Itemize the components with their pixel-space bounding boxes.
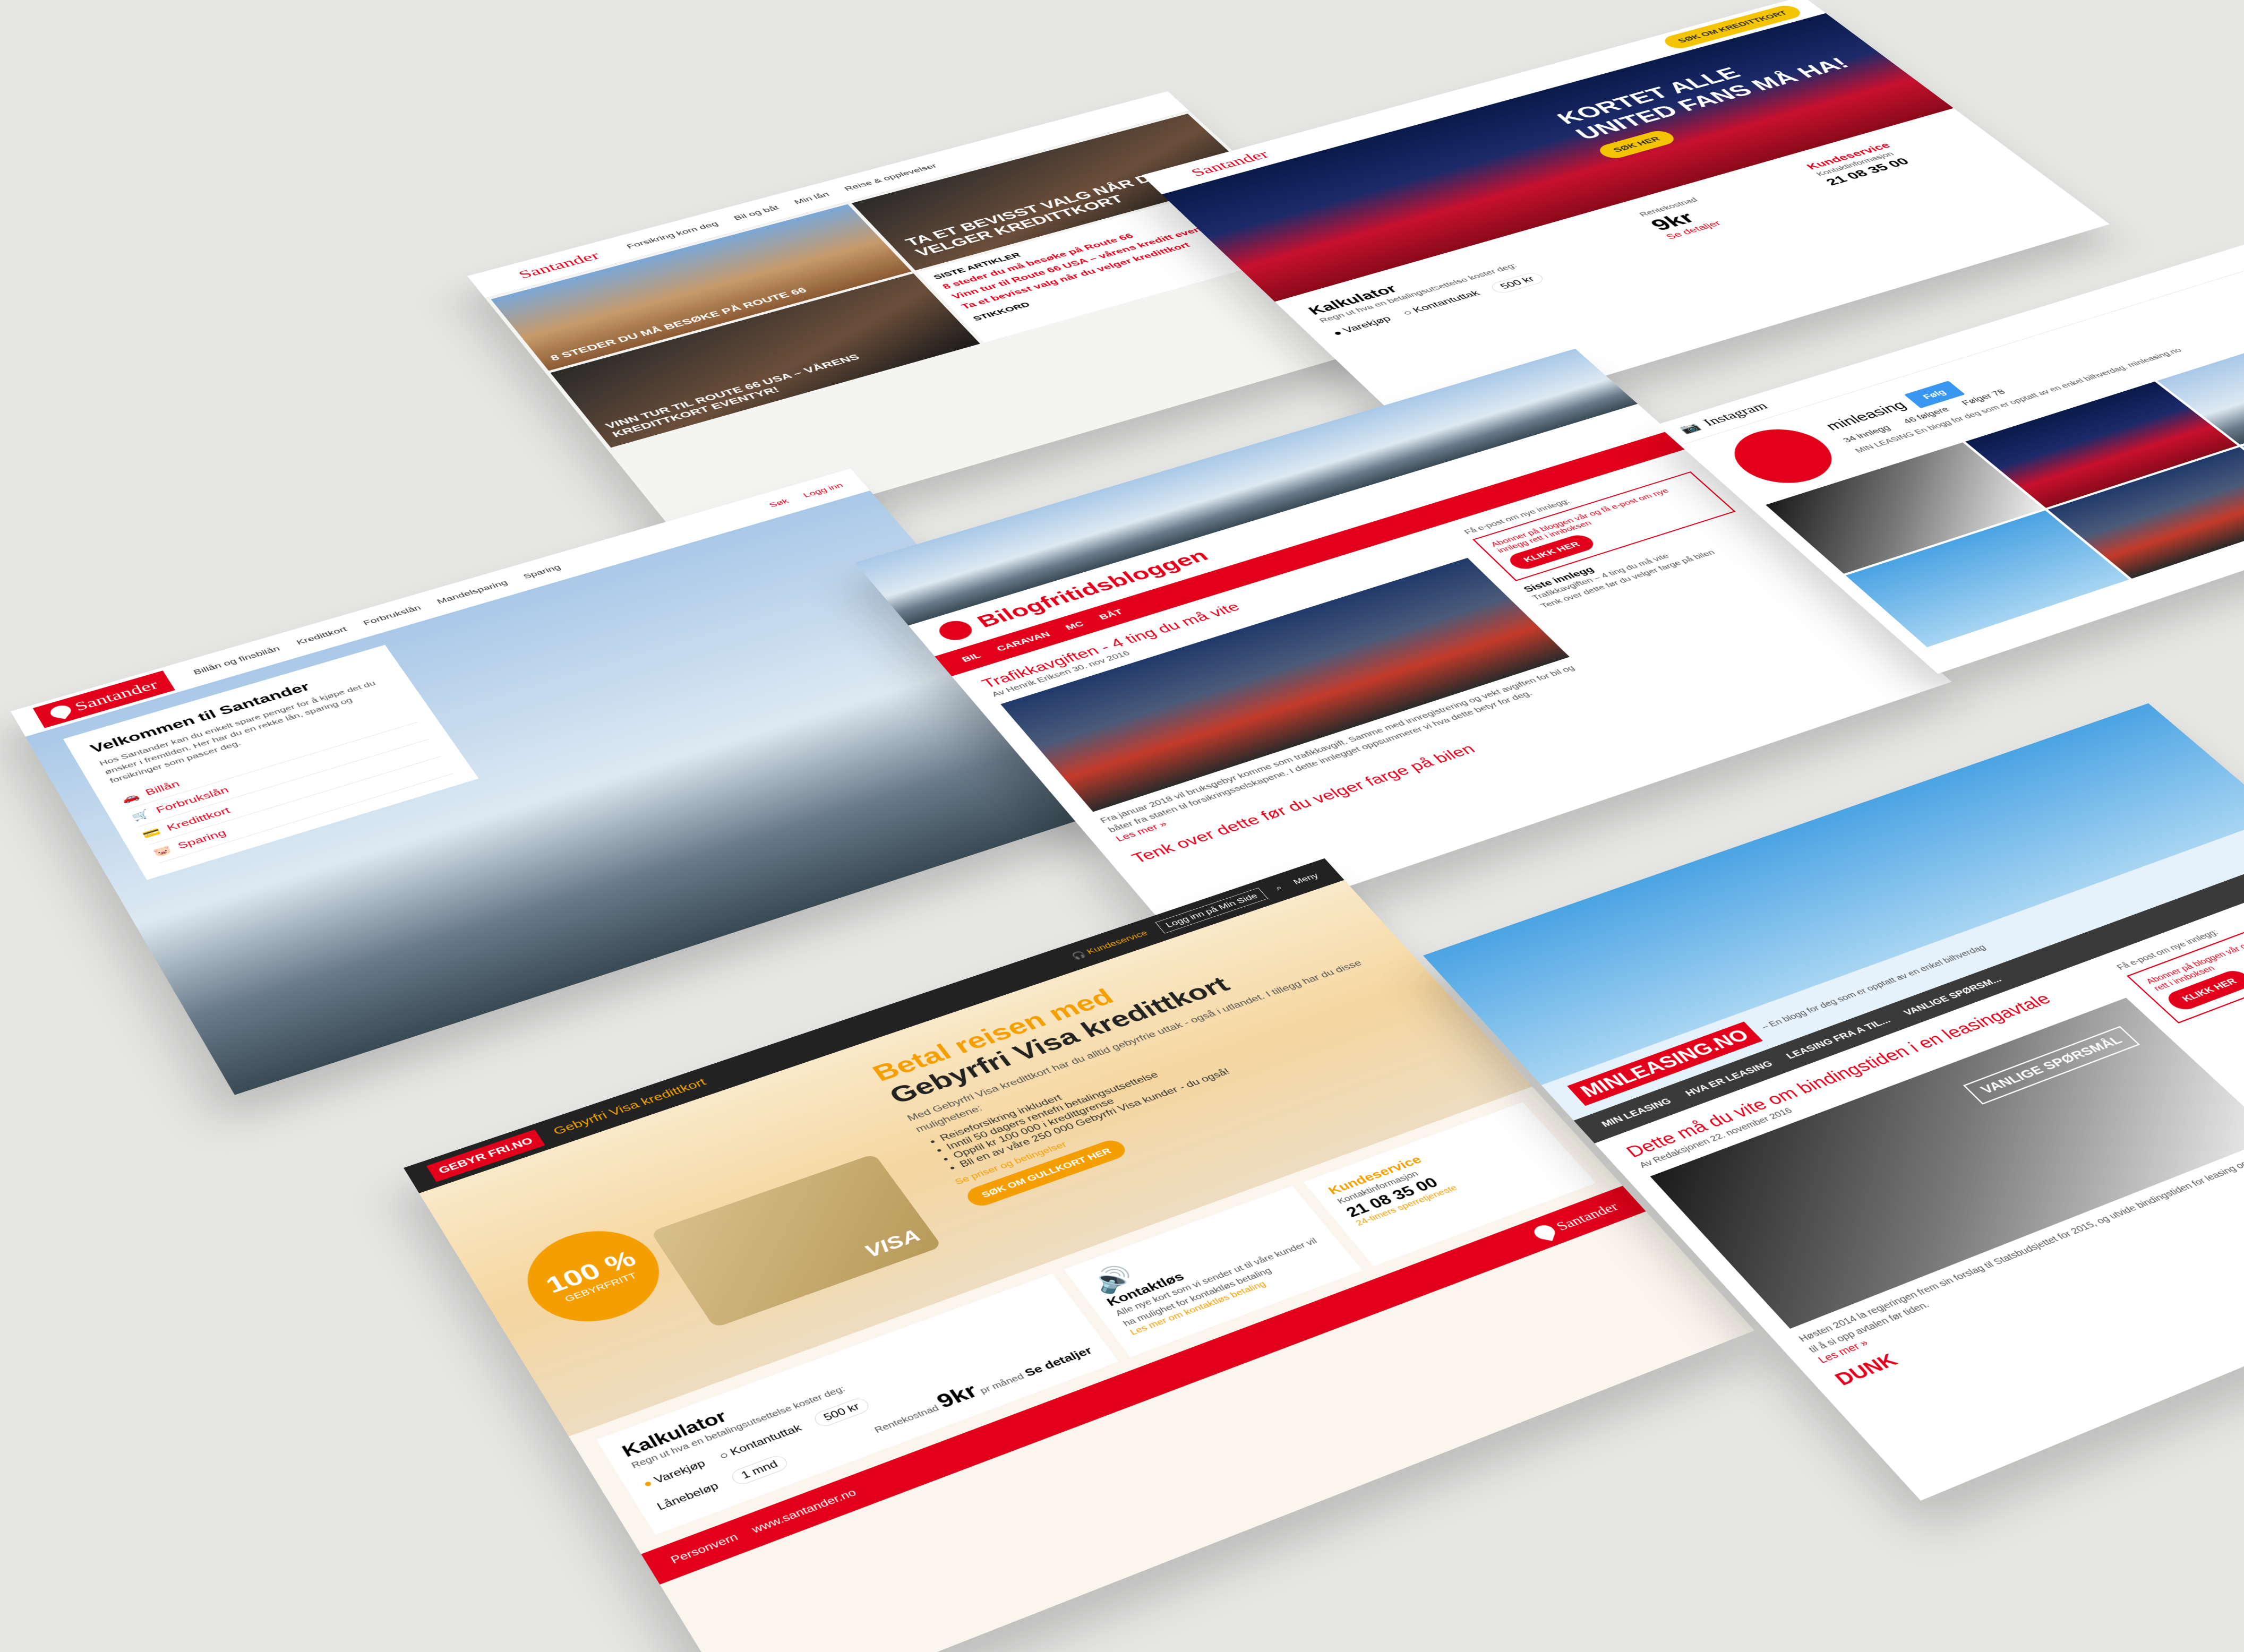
- search-icon[interactable]: ⌕: [1273, 883, 1284, 892]
- piggybank-icon: 🐷: [151, 844, 174, 858]
- card-icon: 💳: [140, 826, 163, 840]
- flame-icon: [492, 272, 519, 286]
- nav-item[interactable]: Kredittkort: [295, 625, 349, 647]
- tile-caption: VINN TUR TIL ROUTE 66 USA – VÅRENS KREDI…: [603, 352, 862, 440]
- cost-value: 9kr: [932, 1380, 982, 1413]
- login-link[interactable]: Logg inn: [801, 481, 845, 499]
- car-icon: 🚗: [119, 790, 141, 805]
- mockup-stage: Santander Forsikring kom deg Bil og båt …: [0, 0, 2244, 1652]
- search-link[interactable]: Søk: [767, 497, 791, 509]
- gold-card: VISA: [650, 1154, 943, 1328]
- nav-item[interactable]: BIL: [960, 651, 983, 664]
- flame-icon: [1532, 1223, 1557, 1241]
- nav-item[interactable]: BÅT: [1097, 608, 1125, 622]
- menu-button[interactable]: Meny: [1291, 871, 1320, 886]
- flame-icon: [1167, 170, 1192, 184]
- nav-item[interactable]: Min lån: [792, 191, 832, 205]
- speedometer-icon: [933, 617, 978, 643]
- nav-item[interactable]: Sparing: [521, 563, 562, 580]
- cart-icon: 🛒: [130, 808, 152, 823]
- visa-logo: VISA: [860, 1225, 925, 1261]
- nav-item[interactable]: Bil og båt: [732, 204, 781, 221]
- nav-item[interactable]: MC: [1063, 620, 1086, 632]
- cost-unit: pr måned: [978, 1372, 1026, 1396]
- camera-icon: 📷: [1676, 421, 1703, 435]
- avatar[interactable]: [1716, 420, 1851, 493]
- headset-icon: 🎧: [1069, 949, 1088, 961]
- flame-icon: [47, 704, 75, 719]
- cost-label: Rentekostnad: [872, 1404, 941, 1435]
